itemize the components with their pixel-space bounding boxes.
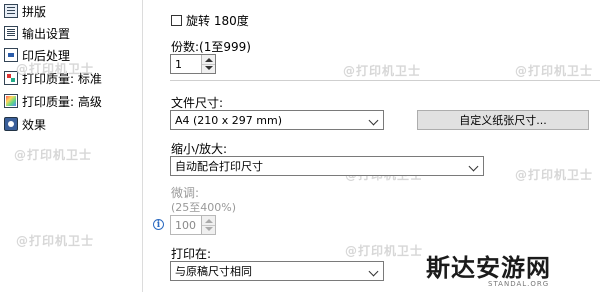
effects-icon [4, 117, 18, 131]
sidebar-item-layout[interactable]: 拼版 [0, 0, 46, 22]
sidebar-nav: 拼版 输出设置 印后处理 打印质量: 标准 打印质量: 高级 效果 @打印机卫士… [0, 0, 143, 292]
spin-down-icon[interactable] [205, 66, 213, 70]
brand-watermark: 斯达安游网 [426, 253, 551, 282]
rotate-180-label: 旋转 180度 [186, 14, 249, 28]
sidebar-item-label: 打印质量: 高级 [22, 94, 102, 109]
chevron-down-icon [368, 115, 379, 126]
chevron-down-icon [368, 266, 379, 277]
watermark-text: @打印机卫士 [16, 62, 95, 76]
print-on-select[interactable]: 与原稿尺寸相同 [170, 261, 384, 281]
rotate-180-checkbox[interactable] [171, 15, 182, 26]
rotate-180-option[interactable]: 旋转 180度 [171, 12, 249, 29]
watermark-text: @打印机卫士 [14, 148, 93, 162]
watermark-text: @打印机卫士 [515, 168, 594, 182]
chevron-down-icon [468, 161, 479, 172]
custom-paper-size-button[interactable]: 自定义纸张尺寸... [417, 110, 589, 130]
print-on-label: 打印在: [171, 247, 212, 261]
scale-value: 自动配合打印尺寸 [175, 160, 263, 173]
fine-tune-stepper: 100 [170, 215, 216, 235]
print-quality-advanced-icon [4, 94, 18, 108]
fine-tune-range: (25至400%) [171, 201, 237, 214]
print-on-value: 与原稿尺寸相同 [175, 265, 252, 278]
copies-spin-buttons[interactable] [201, 55, 215, 73]
brand-watermark-url: STANDAL.ORG [488, 280, 550, 288]
info-icon[interactable]: i [153, 219, 164, 230]
watermark-text: @打印机卫士 [16, 234, 95, 248]
spin-divider [202, 64, 215, 65]
spin-down-icon [205, 227, 213, 231]
watermark-text: @打印机卫士 [345, 244, 424, 258]
scale-label: 缩小/放大: [171, 142, 228, 156]
sidebar-item-effects[interactable]: 效果 [0, 113, 46, 135]
spin-divider [202, 225, 215, 226]
output-settings-icon [4, 26, 18, 40]
document-size-value: A4 (210 x 297 mm) [175, 113, 283, 127]
copies-value: 1 [175, 57, 182, 71]
sidebar-item-print-quality-advanced[interactable]: 打印质量: 高级 [0, 90, 102, 112]
watermark-text: @打印机卫士 [343, 64, 422, 78]
document-size-select[interactable]: A4 (210 x 297 mm) [170, 110, 384, 130]
section-divider [170, 80, 600, 81]
sidebar-item-output-settings[interactable]: 输出设置 [0, 22, 70, 44]
scale-select[interactable]: 自动配合打印尺寸 [170, 156, 484, 176]
fine-tune-spin-buttons [201, 216, 215, 234]
watermark-text: @打印机卫士 [515, 64, 594, 78]
fine-tune-value: 100 [175, 218, 196, 232]
sidebar-item-label: 效果 [22, 117, 47, 132]
copies-label: 份数:(1至999) [171, 40, 251, 54]
layout-icon [4, 4, 18, 18]
spin-up-icon[interactable] [205, 58, 213, 62]
sidebar-item-label: 输出设置 [22, 26, 71, 41]
spin-up-icon [205, 219, 213, 223]
document-size-label: 文件尺寸: [171, 96, 224, 110]
sidebar-item-label: 拼版 [22, 4, 47, 19]
copies-stepper[interactable]: 1 [170, 54, 216, 74]
